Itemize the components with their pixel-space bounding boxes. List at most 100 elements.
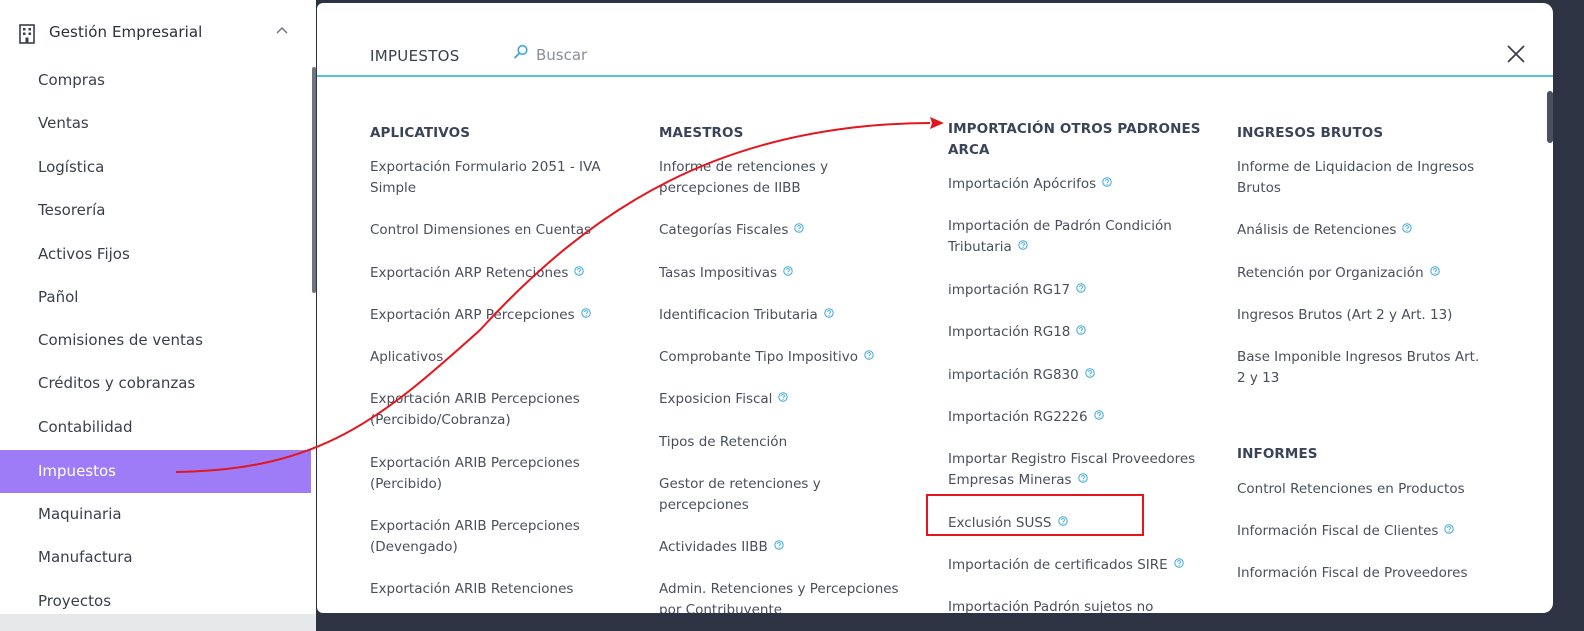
menu-link-label: Importación RG2226	[948, 409, 1088, 425]
sidebar-item-panol[interactable]: Pañol	[0, 276, 311, 319]
sidebar-item-label: Tesorería	[38, 201, 106, 219]
menu-link[interactable]: Tipos de Retención	[659, 432, 787, 453]
sidebar-item-compras[interactable]: Compras	[0, 59, 311, 102]
sidebar-item-tesoreria[interactable]: Tesorería	[0, 189, 311, 232]
help-icon[interactable]	[794, 223, 805, 233]
menu-link[interactable]: Ingresos Brutos (Art 2 y Art. 13)	[1237, 305, 1452, 326]
menu-link[interactable]: Retención por Organización	[1237, 263, 1440, 284]
menu-link[interactable]: importación RG17	[948, 280, 1086, 301]
menu-link-label: Aplicativos	[370, 349, 444, 365]
menu-link[interactable]: Exportación ARP Retenciones	[370, 263, 585, 284]
menu-link[interactable]: Informe de Liquidacion de Ingresos Bruto…	[1237, 157, 1474, 199]
sidebar-group-header[interactable]: Gestión Empresarial	[0, 12, 316, 56]
menu-link-label: Retención por Organización	[1237, 265, 1424, 281]
menu-link[interactable]: Exportación ARIB Percepciones (Percibido…	[370, 389, 580, 431]
menu-link[interactable]: Tasas Impositivas	[659, 263, 793, 284]
sidebar-item-manufactura[interactable]: Manufactura	[0, 536, 311, 579]
menu-link-label: Análisis de Retenciones	[1237, 222, 1397, 238]
menu-link[interactable]: Importar Registro Fiscal Proveedores Emp…	[948, 449, 1195, 491]
menu-link[interactable]: Análisis de Retenciones	[1237, 220, 1413, 241]
menu-link[interactable]: Exportación Formulario 2051 - IVA Simple	[370, 157, 601, 199]
menu-link[interactable]: Base Imponible Ingresos Brutos Art. 2 y …	[1237, 347, 1479, 389]
help-icon[interactable]	[580, 308, 591, 318]
menu-link[interactable]: importación RG830	[948, 365, 1095, 386]
menu-link[interactable]: Informe de retenciones y percepciones de…	[659, 157, 828, 199]
help-icon[interactable]	[1444, 524, 1455, 534]
sidebar-item-impuestos[interactable]: Impuestos	[0, 450, 311, 493]
help-icon[interactable]	[1085, 368, 1095, 378]
menu-link-label: Exposicion Fiscal	[659, 391, 773, 407]
section-heading: MAESTROS	[659, 125, 744, 141]
help-icon[interactable]	[1076, 325, 1087, 335]
search-input[interactable]	[536, 44, 776, 66]
menu-link[interactable]: Exportación ARIB Percepciones (Percibido…	[370, 453, 580, 495]
menu-link-label: Exportación ARP Percepciones	[370, 307, 575, 323]
menu-link[interactable]: Gestor de retenciones y percepciones	[659, 474, 821, 516]
help-icon[interactable]	[1077, 473, 1088, 483]
sidebar-item-label: Pañol	[38, 288, 79, 306]
menu-link[interactable]: Información Fiscal de Clientes	[1237, 521, 1455, 542]
help-icon[interactable]	[1173, 558, 1184, 568]
menu-link[interactable]: Información Fiscal de Proveedores	[1237, 563, 1467, 584]
sidebar-item-label: Maquinaria	[38, 505, 122, 523]
menu-link-label: Control Dimensiones en Cuentas	[370, 222, 592, 238]
menu-link[interactable]: Control Dimensiones en Cuentas	[370, 220, 591, 241]
help-icon[interactable]	[1429, 266, 1440, 276]
help-icon[interactable]	[1102, 177, 1112, 187]
help-icon[interactable]	[1093, 410, 1104, 420]
menu-link[interactable]: Categorías Fiscales	[659, 220, 805, 241]
sidebar-item-logistica[interactable]: Logística	[0, 146, 311, 189]
menu-link-label: Exportación ARIB Percepciones (Percibido…	[370, 391, 580, 428]
menu-link-label: Admin. Retenciones y Percepciones por Co…	[659, 581, 899, 613]
menu-link-label: Información Fiscal de Clientes	[1237, 523, 1439, 539]
help-icon[interactable]	[864, 350, 874, 360]
help-icon[interactable]	[1076, 283, 1086, 293]
menu-link-label: Exportación ARIB Percepciones (Devengado…	[370, 518, 580, 555]
sidebar-item-label: Comisiones de ventas	[38, 331, 203, 349]
sidebar-item-activos-fijos[interactable]: Activos Fijos	[0, 233, 311, 276]
menu-link[interactable]: Actividades IIBB	[659, 537, 784, 558]
menu-link-label: Importación Padrón sujetos no	[948, 599, 1154, 613]
help-icon[interactable]	[824, 308, 834, 318]
menu-link-label: Importación de Padrón Condición Tributar…	[948, 218, 1172, 255]
sidebar-item-comisiones[interactable]: Comisiones de ventas	[0, 319, 311, 362]
help-icon[interactable]	[778, 392, 789, 402]
menu-link[interactable]: Importación Apócrifos	[948, 174, 1112, 195]
sidebar-item-label: Ventas	[38, 114, 89, 132]
menu-link-label: Comprobante Tipo Impositivo	[659, 349, 858, 365]
chevron-up-icon[interactable]	[274, 25, 290, 37]
menu-link-label: Informe de retenciones y percepciones de…	[659, 159, 829, 196]
menu-link-label: Importación de certificados SIRE	[948, 557, 1168, 573]
help-icon[interactable]	[783, 266, 793, 276]
menu-link[interactable]: Importación RG18	[948, 322, 1087, 343]
menu-link[interactable]: Exportación ARP Percepciones	[370, 305, 591, 326]
menu-link[interactable]: Exportación ARIB Percepciones (Devengado…	[370, 516, 580, 558]
menu-link[interactable]: Aplicativos	[370, 347, 443, 368]
menu-link[interactable]: Importación Padrón sujetos no	[948, 597, 1153, 613]
sidebar-scrollbar[interactable]	[312, 67, 316, 293]
sidebar-item-contabilidad[interactable]: Contabilidad	[0, 406, 311, 449]
help-icon[interactable]	[1402, 223, 1413, 233]
help-icon[interactable]	[774, 540, 784, 550]
panel-topbar: IMPUESTOS	[317, 3, 1553, 77]
menu-link[interactable]: Control Retenciones en Productos	[1237, 479, 1465, 500]
sidebar-item-label: Compras	[38, 71, 105, 89]
menu-link[interactable]: Importación RG2226	[948, 407, 1104, 428]
menu-link[interactable]: Importación de Padrón Condición Tributar…	[948, 216, 1172, 258]
menu-link-label: Importación Apócrifos	[948, 176, 1097, 192]
menu-link-label: Exportación ARP Retenciones	[370, 265, 569, 281]
panel-title: IMPUESTOS	[370, 47, 460, 65]
menu-link[interactable]: Exposicion Fiscal	[659, 389, 789, 410]
close-icon[interactable]	[1505, 43, 1527, 65]
menu-link[interactable]: Identificacion Tributaria	[659, 305, 834, 326]
menu-link[interactable]: Admin. Retenciones y Percepciones por Co…	[659, 579, 899, 613]
sidebar-item-creditos[interactable]: Créditos y cobranzas	[0, 362, 311, 405]
sidebar-item-maquinaria[interactable]: Maquinaria	[0, 493, 311, 536]
help-icon[interactable]	[574, 266, 585, 276]
panel-scrollbar[interactable]	[1547, 91, 1553, 143]
help-icon[interactable]	[1018, 240, 1028, 250]
menu-link[interactable]: Exportación ARIB Retenciones	[370, 579, 573, 600]
sidebar-item-ventas[interactable]: Ventas	[0, 102, 311, 145]
menu-link[interactable]: Comprobante Tipo Impositivo	[659, 347, 874, 368]
menu-link[interactable]: Importación de certificados SIRE	[948, 555, 1184, 576]
